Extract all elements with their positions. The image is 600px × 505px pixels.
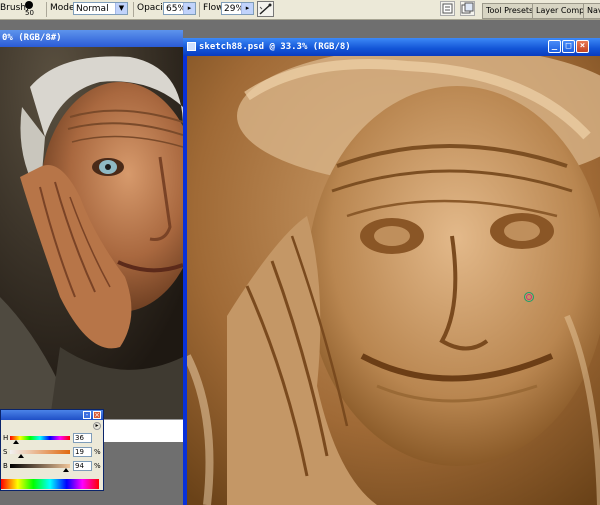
color-ramp[interactable] bbox=[1, 479, 99, 489]
opacity-input[interactable]: 65% ▸ bbox=[163, 2, 196, 15]
separator bbox=[199, 2, 200, 17]
sepia-portrait-sketch bbox=[187, 56, 600, 505]
saturation-slider-thumb[interactable] bbox=[18, 454, 25, 458]
document-icon bbox=[187, 42, 196, 51]
sketch-canvas[interactable] bbox=[187, 56, 600, 505]
brightness-unit: % bbox=[94, 462, 101, 470]
palette-icon bbox=[461, 2, 474, 14]
reference-window-title: 0% (RGB/8#) bbox=[2, 33, 62, 43]
saturation-unit: % bbox=[94, 448, 101, 456]
airbrush-toggle-button[interactable] bbox=[257, 1, 274, 17]
chevron-down-icon: ▼ bbox=[115, 3, 127, 14]
reference-window-titlebar[interactable]: 0% (RGB/8#) bbox=[0, 30, 183, 47]
brightness-label: B bbox=[3, 462, 8, 470]
file-browser-button[interactable] bbox=[440, 1, 455, 16]
palette-minimize-button[interactable]: - bbox=[83, 411, 91, 419]
reference-photo-canvas[interactable] bbox=[0, 47, 183, 419]
tab-tool-presets[interactable]: Tool Presets bbox=[482, 3, 538, 19]
chevron-right-icon[interactable]: ▸ bbox=[241, 3, 253, 14]
hue-slider[interactable] bbox=[10, 436, 70, 440]
hue-input[interactable]: 36 bbox=[73, 433, 92, 443]
options-bar: Brush: 50 Mode: Normal ▼ Opacity: 65% ▸ … bbox=[0, 0, 600, 20]
color-palette-titlebar[interactable]: - × bbox=[1, 410, 103, 420]
hue-slider-thumb[interactable] bbox=[13, 440, 19, 444]
airbrush-icon bbox=[259, 3, 272, 15]
mode-value: Normal bbox=[76, 4, 109, 14]
palette-menu-button[interactable]: ▸ bbox=[93, 422, 101, 430]
tab-navigator[interactable]: Navi bbox=[583, 3, 600, 19]
reference-photo bbox=[0, 47, 183, 419]
saturation-label: S bbox=[3, 448, 8, 456]
sketch-window-titlebar[interactable]: sketch88.psd @ 33.3% (RGB/8) _ □ × bbox=[183, 38, 600, 56]
sketch-window-title: sketch88.psd @ 33.3% (RGB/8) bbox=[199, 42, 351, 52]
palette-close-button[interactable]: × bbox=[93, 411, 101, 419]
brightness-slider-thumb[interactable] bbox=[63, 468, 70, 472]
separator bbox=[133, 2, 134, 17]
close-button[interactable]: × bbox=[576, 40, 589, 53]
hue-label: H bbox=[3, 434, 9, 442]
toggle-palettes-button[interactable] bbox=[460, 1, 475, 16]
saturation-input[interactable]: 19 bbox=[73, 447, 92, 457]
mode-select[interactable]: Normal ▼ bbox=[73, 2, 128, 15]
chevron-right-icon[interactable]: ▸ bbox=[183, 3, 195, 14]
separator bbox=[46, 2, 47, 17]
sketch-document-window: sketch88.psd @ 33.3% (RGB/8) _ □ × bbox=[183, 38, 600, 505]
maximize-button[interactable]: □ bbox=[562, 40, 575, 53]
file-browser-icon bbox=[442, 3, 453, 14]
minimize-button[interactable]: _ bbox=[548, 40, 561, 53]
brush-preset-picker[interactable] bbox=[25, 1, 33, 9]
flow-input[interactable]: 29% ▸ bbox=[221, 2, 254, 15]
brush-cursor-icon bbox=[524, 292, 534, 302]
brightness-slider[interactable] bbox=[10, 464, 70, 468]
brush-size-value: 50 bbox=[25, 9, 34, 17]
brightness-input[interactable]: 94 bbox=[73, 461, 92, 471]
